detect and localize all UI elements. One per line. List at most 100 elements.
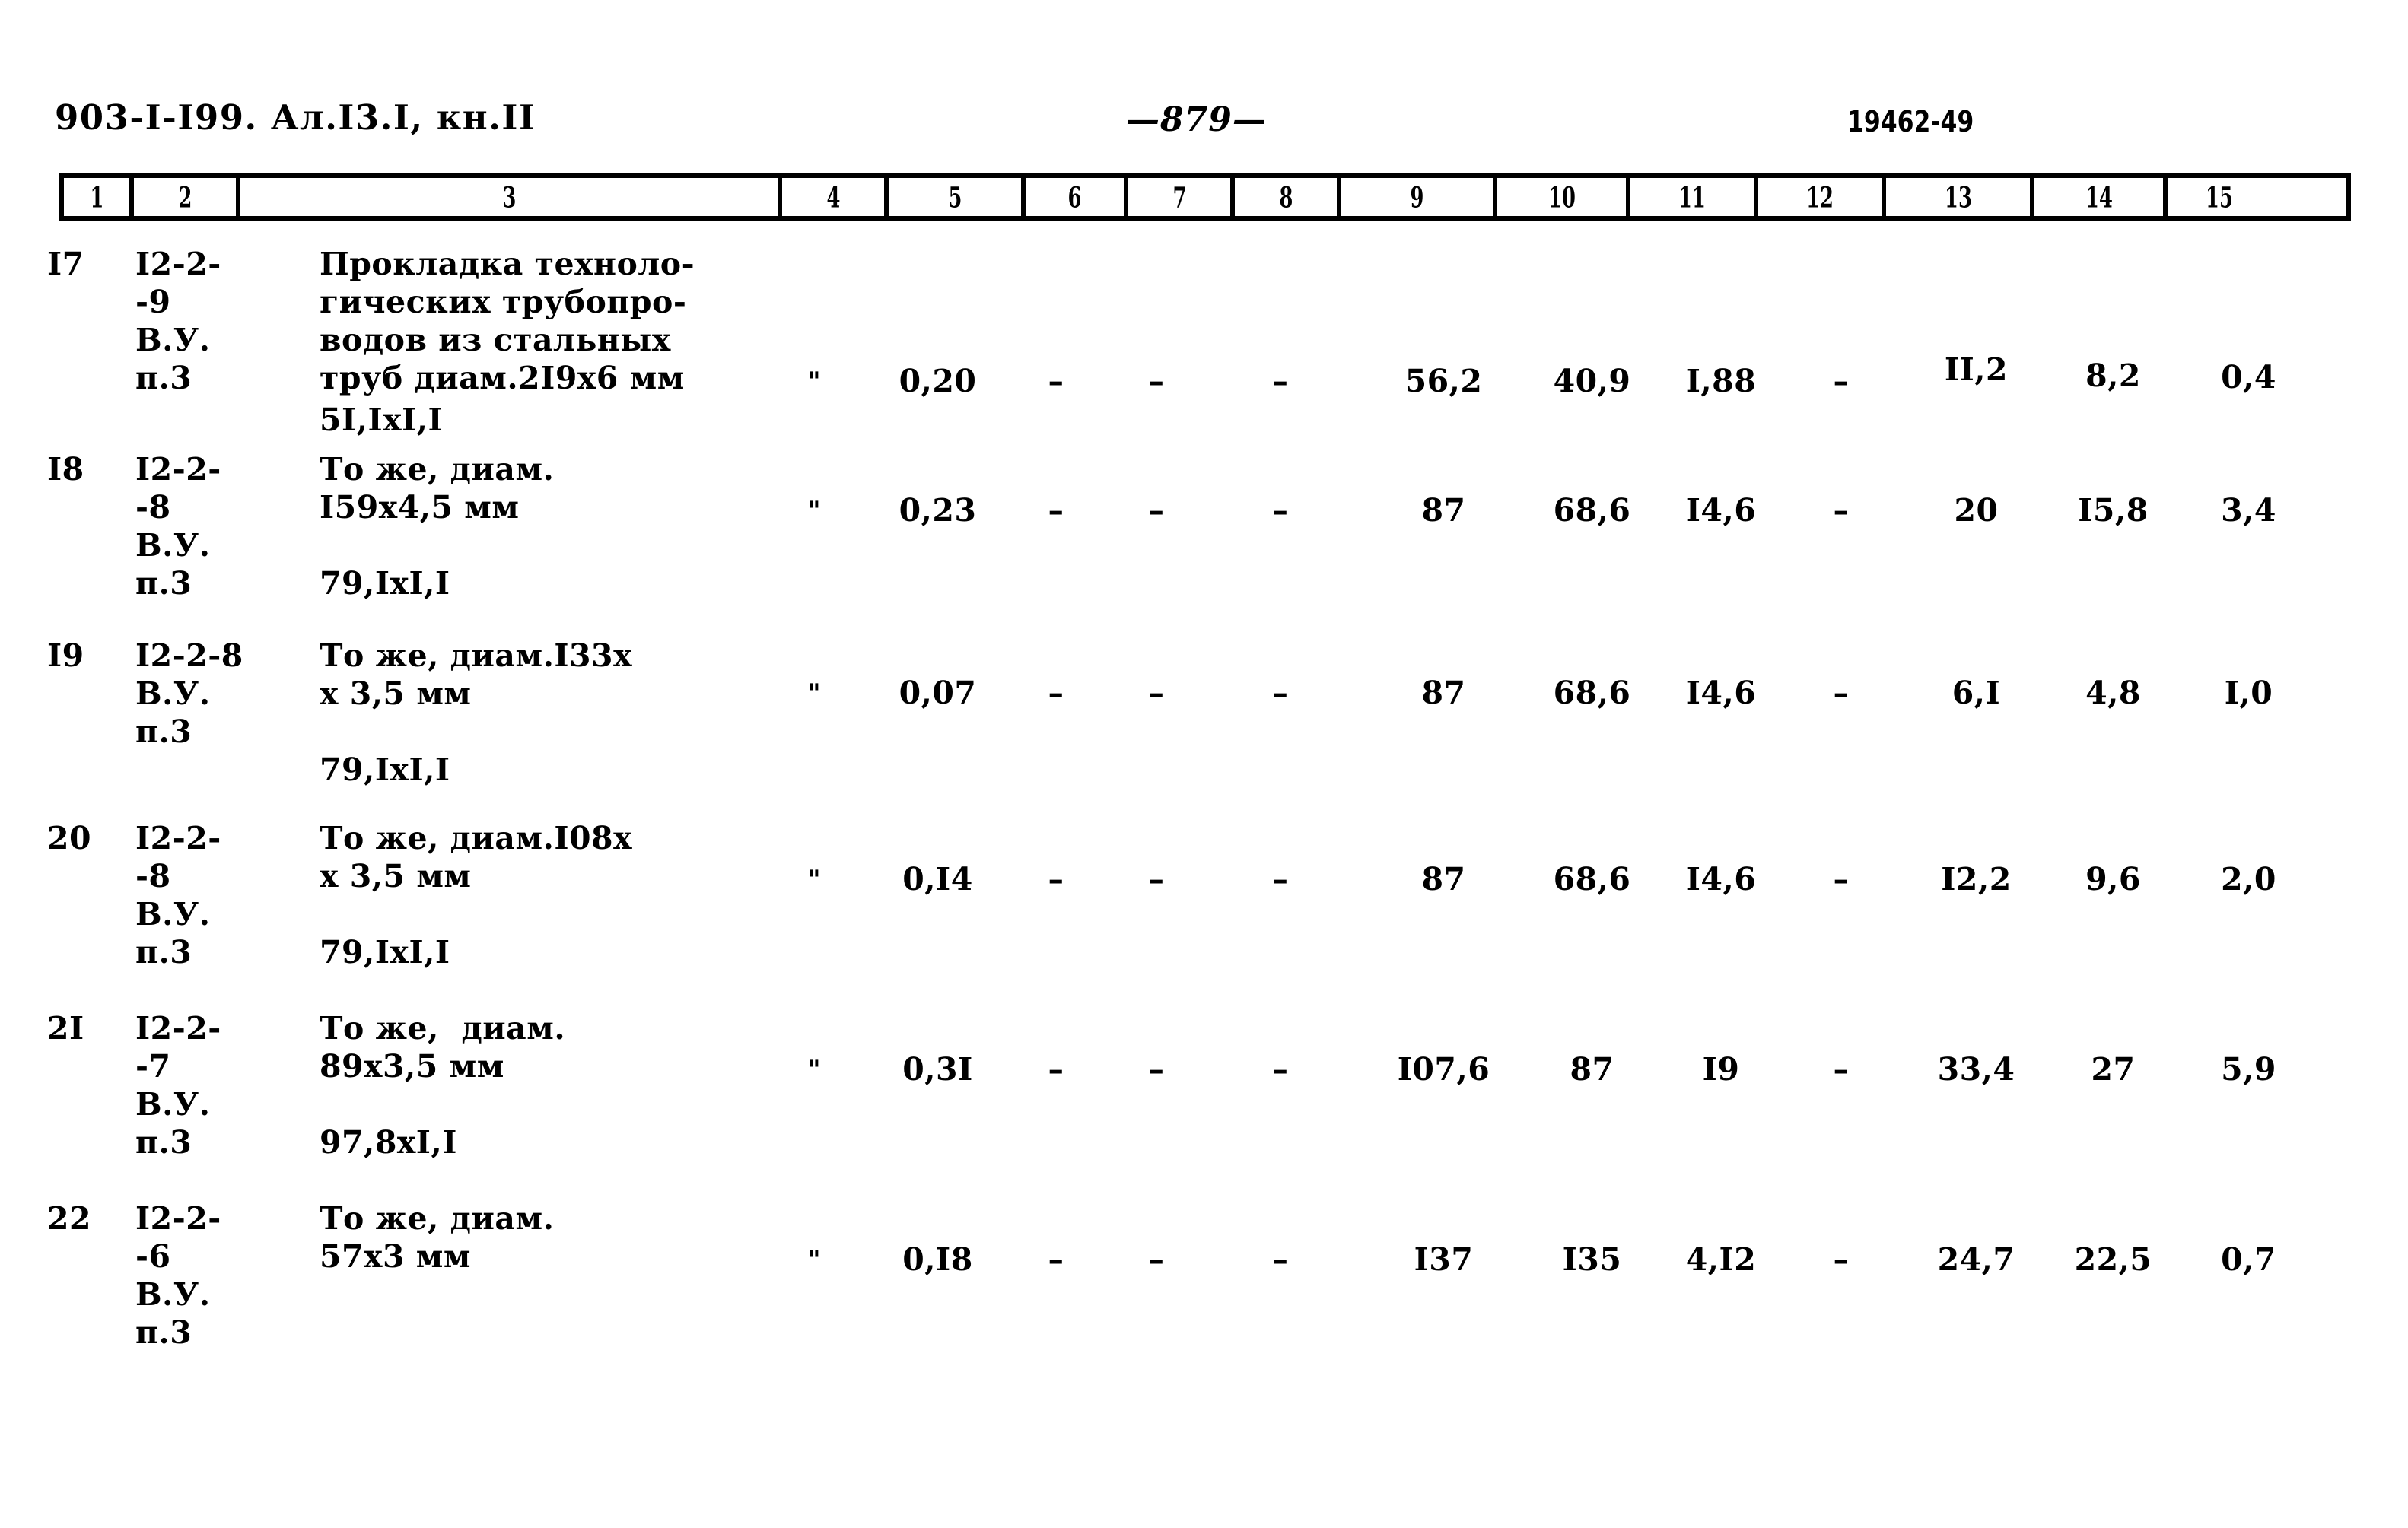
row-description: Прокладка техноло- гических трубопро- во… — [320, 246, 695, 396]
column-header-7: 7 — [1128, 178, 1235, 216]
row-code: I2-2- -8 В.У. п.3 — [135, 820, 221, 970]
row-value-c13: 24,7 — [1937, 1241, 2015, 1278]
row-value-c15: 0,4 — [2221, 359, 2276, 396]
row-value-c11: I4,6 — [1685, 675, 1757, 711]
row-number: I7 — [47, 246, 84, 282]
row-value-c12: – — [1833, 1051, 1850, 1088]
row-value-c12: – — [1833, 1241, 1850, 1278]
row-value-c6: – — [1048, 1051, 1064, 1088]
column-header-14: 14 — [2034, 178, 2168, 216]
column-header-15: 15 — [2168, 178, 2270, 216]
page-header: 903-I-I99. Ал.I3.I, кн.II —879— 19462-49 — [0, 97, 2408, 151]
row-value-c4: " — [806, 1055, 822, 1085]
row-value-c10: 87 — [1570, 1051, 1614, 1088]
row-value-c6: – — [1048, 1241, 1064, 1278]
table-row: 20 I2-2- -8 В.У. п.3 То же, диам.I08х х … — [0, 819, 2408, 1009]
row-description: То же, диам. I59х4,5 мм — [320, 451, 555, 526]
row-value-c10: 68,6 — [1553, 861, 1631, 897]
row-value-c5: 0,3I — [902, 1051, 973, 1088]
row-value-c7: – — [1148, 675, 1165, 711]
row-description-sub: 79,IxI,I — [320, 751, 450, 788]
column-header-label: 10 — [1548, 180, 1576, 214]
row-value-c8: – — [1272, 1051, 1289, 1088]
table-row: 22 I2-2- -6 В.У. п.3 То же, диам. 57х3 м… — [0, 1199, 2408, 1390]
row-value-c9: 56,2 — [1404, 363, 1483, 399]
row-description: То же, диам. 89х3,5 мм — [320, 1010, 566, 1085]
column-header-9: 9 — [1341, 178, 1497, 216]
table-row: I7 I2-2- -9 В.У. п.3 Прокладка техноло- … — [0, 245, 2408, 450]
row-value-c9: 87 — [1421, 861, 1466, 897]
column-header-6: 6 — [1026, 178, 1128, 216]
row-value-c14: 9,6 — [2085, 861, 2141, 897]
row-value-c6: – — [1048, 492, 1064, 529]
row-value-c14: 22,5 — [2074, 1241, 2152, 1278]
row-value-c5: 0,07 — [899, 675, 977, 711]
row-value-c8: – — [1272, 675, 1289, 711]
row-value-c12: – — [1833, 675, 1850, 711]
column-header-1: 1 — [64, 178, 134, 216]
row-value-c5: 0,I8 — [902, 1241, 973, 1278]
row-value-c9: I07,6 — [1397, 1051, 1490, 1088]
row-value-c14: I5,8 — [2078, 492, 2149, 529]
row-value-c13: II,2 — [1944, 351, 2009, 388]
table-body: I7 I2-2- -9 В.У. п.3 Прокладка техноло- … — [0, 245, 2408, 1390]
row-description-sub: 79,IxI,I — [320, 934, 450, 970]
row-value-c15: 5,9 — [2221, 1051, 2276, 1088]
table-row: I8 I2-2- -8 В.У. п.3 То же, диам. I59х4,… — [0, 450, 2408, 637]
column-number-bar: 1 2 3 4 5 6 7 8 9 10 11 12 13 14 15 — [59, 173, 2351, 221]
row-value-c8: – — [1272, 861, 1289, 897]
row-value-c12: – — [1833, 363, 1850, 399]
column-header-label: 14 — [2085, 180, 2113, 214]
row-value-c6: – — [1048, 363, 1064, 399]
column-header-label: 1 — [90, 180, 103, 214]
row-value-c15: 0,7 — [2221, 1241, 2276, 1278]
row-value-c11: 4,I2 — [1685, 1241, 1757, 1278]
column-header-label: 7 — [1172, 180, 1186, 214]
row-value-c9: 87 — [1421, 492, 1466, 529]
column-header-label: 6 — [1067, 180, 1082, 214]
row-code: I2-2- -7 В.У. п.3 — [135, 1010, 221, 1161]
column-header-4: 4 — [782, 178, 889, 216]
column-header-label: 12 — [1806, 180, 1834, 214]
row-value-c15: I,0 — [2224, 675, 2273, 711]
column-header-label: 8 — [1279, 180, 1293, 214]
column-header-8: 8 — [1235, 178, 1341, 216]
document-code: 903-I-I99. Ал.I3.I, кн.II — [55, 97, 536, 138]
row-value-c14: 8,2 — [2085, 357, 2141, 394]
row-number: 20 — [47, 820, 92, 856]
row-code: I2-2- -8 В.У. п.3 — [135, 451, 221, 602]
row-value-c12: – — [1833, 492, 1850, 529]
column-header-label: 15 — [2205, 180, 2233, 214]
table-row: I9 I2-2-8 В.У. п.3 То же, диам.I33х х 3,… — [0, 637, 2408, 819]
column-header-label: 11 — [1678, 180, 1706, 214]
row-value-c4: " — [806, 367, 822, 397]
row-code: I2-2- -9 В.У. п.3 — [135, 246, 221, 396]
row-value-c4: " — [806, 496, 822, 526]
row-value-c13: 20 — [1954, 492, 1999, 529]
row-description: То же, диам.I08х х 3,5 мм — [320, 820, 633, 894]
page-number: —879— — [1126, 100, 1267, 139]
row-value-c4: " — [806, 1245, 822, 1275]
row-value-c5: 0,I4 — [902, 861, 973, 897]
column-header-label: 3 — [502, 180, 516, 214]
row-value-c15: 3,4 — [2221, 492, 2276, 529]
row-value-c13: I2,2 — [1941, 861, 2012, 897]
table-row: 2I I2-2- -7 В.У. п.3 То же, диам. 89х3,5… — [0, 1009, 2408, 1199]
row-number: I9 — [47, 637, 84, 674]
column-header-10: 10 — [1497, 178, 1630, 216]
row-value-c14: 4,8 — [2085, 675, 2141, 711]
row-value-c4: " — [806, 678, 822, 709]
row-value-c7: – — [1148, 1241, 1165, 1278]
row-value-c7: – — [1148, 492, 1165, 529]
row-value-c13: 6,I — [1952, 675, 2001, 711]
column-header-label: 9 — [1410, 180, 1424, 214]
row-value-c7: – — [1148, 363, 1165, 399]
row-value-c10: I35 — [1562, 1241, 1622, 1278]
column-header-12: 12 — [1758, 178, 1886, 216]
column-header-label: 2 — [178, 180, 192, 214]
row-description: То же, диам. 57х3 мм — [320, 1200, 555, 1275]
row-description: То же, диам.I33х х 3,5 мм — [320, 637, 633, 712]
row-value-c9: 87 — [1421, 675, 1466, 711]
column-header-13: 13 — [1886, 178, 2034, 216]
row-value-c6: – — [1048, 675, 1064, 711]
